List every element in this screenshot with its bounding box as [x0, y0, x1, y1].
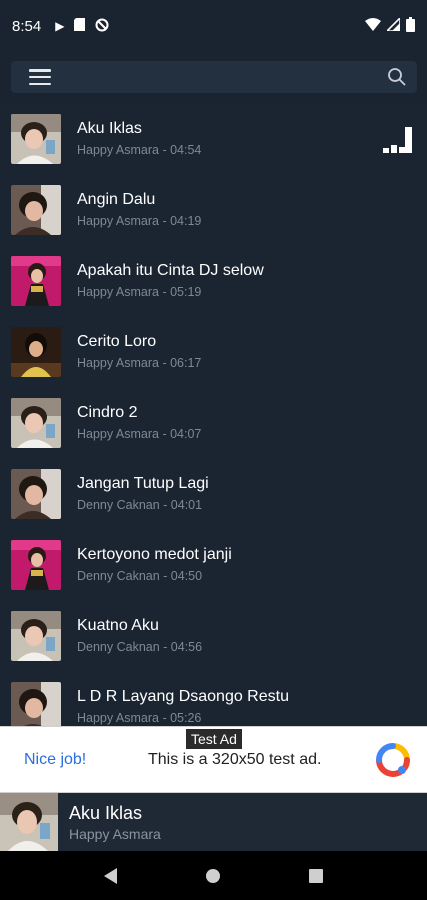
home-icon[interactable]	[205, 868, 220, 883]
track-title: Apakah itu Cinta DJ selow	[77, 262, 264, 279]
track-title: Jangan Tutup Lagi	[77, 475, 209, 492]
track-row[interactable]: Angin Dalu Happy Asmara - 04:19	[0, 174, 427, 245]
track-subtitle: Denny Caknan - 04:56	[77, 640, 203, 654]
search-toolbar[interactable]	[11, 61, 417, 93]
track-subtitle: Happy Asmara - 06:17	[77, 356, 202, 370]
track-artwork	[11, 681, 61, 726]
track-title: Kuatno Aku	[77, 617, 159, 634]
track-title: Aku Iklas	[77, 120, 142, 137]
track-artwork	[11, 468, 61, 519]
wifi-icon	[365, 17, 381, 35]
status-bar: 8:54 ▶	[0, 0, 427, 52]
track-row[interactable]: Jangan Tutup Lagi Denny Caknan - 04:01	[0, 458, 427, 529]
search-icon[interactable]	[387, 67, 407, 87]
battery-icon	[406, 16, 415, 36]
ad-label: Test Ad	[186, 729, 242, 749]
now-playing-artist: Happy Asmara	[69, 826, 161, 842]
track-row[interactable]: Aku Iklas Happy Asmara - 04:54	[0, 103, 427, 174]
system-nav-bar	[0, 851, 427, 900]
track-title: Angin Dalu	[77, 191, 156, 208]
track-row[interactable]: Cindro 2 Happy Asmara - 04:07	[0, 387, 427, 458]
track-artwork	[11, 255, 61, 306]
track-row[interactable]: Apakah itu Cinta DJ selow Happy Asmara - …	[0, 245, 427, 316]
track-row[interactable]: Cerito Loro Happy Asmara - 06:17	[0, 316, 427, 387]
track-subtitle: Happy Asmara - 05:19	[77, 285, 202, 299]
no-sync-icon	[95, 18, 109, 35]
ad-text[interactable]: This is a 320x50 test ad.	[148, 751, 321, 769]
equalizer-playing-icon	[383, 123, 413, 153]
status-time: 8:54	[12, 17, 42, 35]
signal-icon	[385, 15, 401, 35]
track-artwork	[11, 610, 61, 661]
track-artwork	[11, 539, 61, 590]
track-subtitle: Happy Asmara - 04:07	[77, 427, 202, 441]
track-subtitle: Happy Asmara - 04:19	[77, 214, 202, 228]
play-icon: ▶	[55, 19, 65, 33]
track-row[interactable]: Kuatno Aku Denny Caknan - 04:56	[0, 600, 427, 671]
now-playing-title: Aku Iklas	[69, 803, 143, 823]
ad-nice-text[interactable]: Nice job!	[24, 751, 86, 769]
track-title: Cerito Loro	[77, 333, 157, 350]
hamburger-menu-icon[interactable]	[29, 69, 51, 85]
recents-icon[interactable]	[308, 868, 323, 883]
track-artwork	[11, 184, 61, 235]
track-subtitle: Denny Caknan - 04:50	[77, 569, 203, 583]
sd-card-icon	[74, 18, 86, 34]
track-title: L D R Layang Dsaongo Restu	[77, 688, 289, 705]
track-artwork	[11, 326, 61, 377]
track-title: Cindro 2	[77, 404, 138, 421]
track-subtitle: Happy Asmara - 05:26	[77, 711, 202, 725]
track-row[interactable]: Kertoyono medot janji Denny Caknan - 04:5…	[0, 529, 427, 600]
track-list[interactable]: Aku Iklas Happy Asmara - 04:54 Angin Dalu H…	[0, 103, 427, 726]
now-playing-bar[interactable]: Aku Iklas Happy Asmara	[0, 793, 427, 851]
back-icon[interactable]	[104, 867, 118, 884]
track-artwork	[11, 113, 61, 164]
ad-logo-icon[interactable]	[376, 743, 410, 777]
now-playing-artwork[interactable]	[0, 793, 58, 851]
track-subtitle: Happy Asmara - 04:54	[77, 143, 202, 157]
track-row[interactable]: L D R Layang Dsaongo Restu Happy Asmara -…	[0, 671, 427, 726]
track-title: Kertoyono medot janji	[77, 546, 232, 563]
track-subtitle: Denny Caknan - 04:01	[77, 498, 203, 512]
track-artwork	[11, 397, 61, 448]
ad-banner[interactable]: Test Ad Nice job! This is a 320x50 test …	[0, 726, 427, 793]
